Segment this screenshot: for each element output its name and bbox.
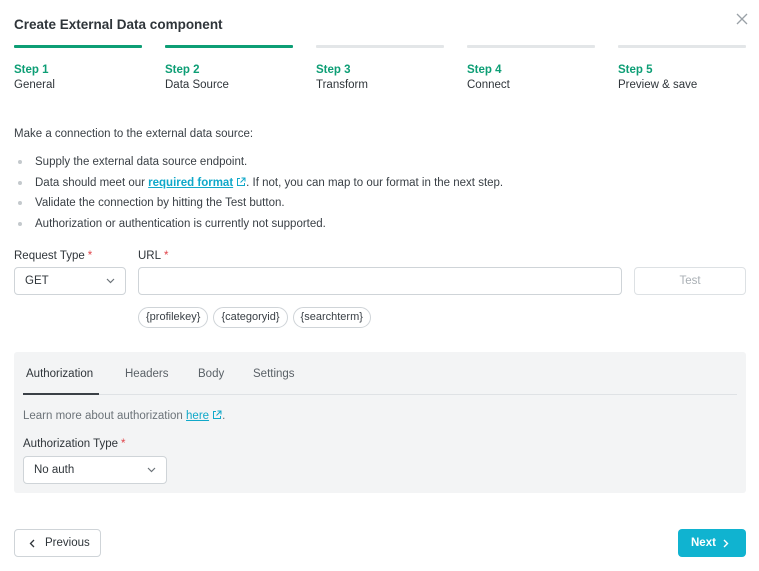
chevron-right-icon (723, 539, 729, 548)
external-link-icon[interactable] (236, 177, 246, 187)
chip-profilekey[interactable]: {profilekey} (138, 307, 209, 328)
note-text: Learn more about authorization (23, 410, 187, 422)
step-general: Step 1 General (14, 45, 142, 91)
step-progress-bar (316, 45, 444, 48)
authorization-note: Learn more about authorization here. (23, 410, 225, 422)
request-options-panel: Authorization Headers Body Settings Lear… (14, 352, 746, 493)
tab-bar: Authorization Headers Body Settings (23, 352, 737, 395)
required-marker: * (164, 250, 169, 262)
step-progress-bar (14, 45, 142, 48)
list-item-text: Validate the connection by hitting the T… (35, 197, 285, 209)
active-tab-indicator (23, 393, 99, 395)
required-marker: * (121, 438, 126, 450)
list-item-text: . If not, you can map to our format in t… (246, 176, 504, 189)
intro-text: Make a connection to the external data s… (14, 128, 254, 140)
tab-body[interactable]: Body (198, 368, 224, 380)
step-number: Step 4 (467, 64, 502, 76)
step-name: Transform (316, 79, 368, 91)
step-number: Step 1 (14, 64, 49, 76)
bullet-dot (18, 180, 22, 185)
required-format-link[interactable]: required format (148, 177, 233, 189)
step-connect: Step 4 Connect (467, 45, 595, 91)
chip-categoryid[interactable]: {categoryid} (213, 307, 288, 328)
request-type-value: GET (25, 275, 49, 287)
step-data-source: Step 2 Data Source (165, 45, 293, 91)
url-label-text: URL (138, 250, 162, 262)
authorization-type-label: Authorization Type * (23, 438, 126, 450)
tab-settings[interactable]: Settings (253, 368, 295, 380)
bullet-dot (18, 221, 22, 226)
step-number: Step 2 (165, 64, 200, 76)
next-button[interactable]: Next (678, 529, 746, 557)
list-item-text: Data should meet our (35, 176, 149, 189)
dialog-title: Create External Data component (14, 17, 223, 32)
previous-button[interactable]: Previous (14, 529, 101, 557)
bullet-dot (18, 160, 22, 164)
step-name: Preview & save (618, 79, 698, 91)
step-preview-save: Step 5 Preview & save (618, 45, 746, 91)
next-button-label: Next (691, 537, 716, 549)
note-text-end: . (222, 410, 226, 422)
step-number: Step 3 (316, 64, 351, 76)
authorization-help-link[interactable]: here (186, 410, 209, 422)
bullet-dot (18, 201, 22, 205)
list-item-text: Authorization or authentication is curre… (35, 217, 326, 230)
request-type-label-text: Request Type (14, 250, 85, 262)
step-name: Data Source (165, 79, 229, 91)
step-progress-bar (165, 45, 293, 48)
placeholder-chips: {profilekey} {categoryid} {searchterm} (138, 307, 371, 328)
list-item: Authorization or authentication is curre… (14, 217, 503, 238)
close-icon[interactable] (734, 11, 750, 27)
chevron-down-icon (147, 467, 156, 473)
external-link-icon[interactable] (212, 410, 222, 420)
step-name: Connect (467, 79, 510, 91)
required-marker: * (87, 250, 93, 262)
list-item: Data should meet our required format . If… (14, 176, 503, 197)
step-progress-bar (467, 45, 595, 48)
list-item-text: Supply the external data source endpoint… (35, 156, 248, 168)
previous-button-label: Previous (45, 537, 90, 549)
authorization-type-value: No auth (34, 464, 75, 476)
tab-authorization[interactable]: Authorization (26, 368, 93, 380)
authorization-type-select[interactable]: No auth (23, 456, 167, 484)
step-progress-bar (618, 45, 746, 48)
test-button[interactable]: Test (634, 267, 746, 295)
list-item: Validate the connection by hitting the T… (14, 196, 503, 217)
chip-searchterm[interactable]: {searchterm} (292, 307, 371, 328)
wizard-steps: Step 1 General Step 2 Data Source Step 3… (14, 45, 746, 95)
tab-headers[interactable]: Headers (125, 368, 168, 380)
step-name: General (14, 79, 55, 91)
step-transform: Step 3 Transform (316, 45, 444, 91)
url-input[interactable] (138, 267, 622, 295)
url-label: URL * (138, 250, 169, 262)
chevron-left-icon (29, 539, 35, 548)
step-number: Step 5 (618, 64, 653, 76)
instructions-list: Supply the external data source endpoint… (14, 155, 503, 237)
request-type-label: Request Type * (14, 250, 92, 262)
authorization-type-label-text: Authorization Type (23, 438, 119, 450)
request-type-select[interactable]: GET (14, 267, 126, 295)
chevron-down-icon (106, 278, 115, 284)
list-item: Supply the external data source endpoint… (14, 155, 503, 176)
